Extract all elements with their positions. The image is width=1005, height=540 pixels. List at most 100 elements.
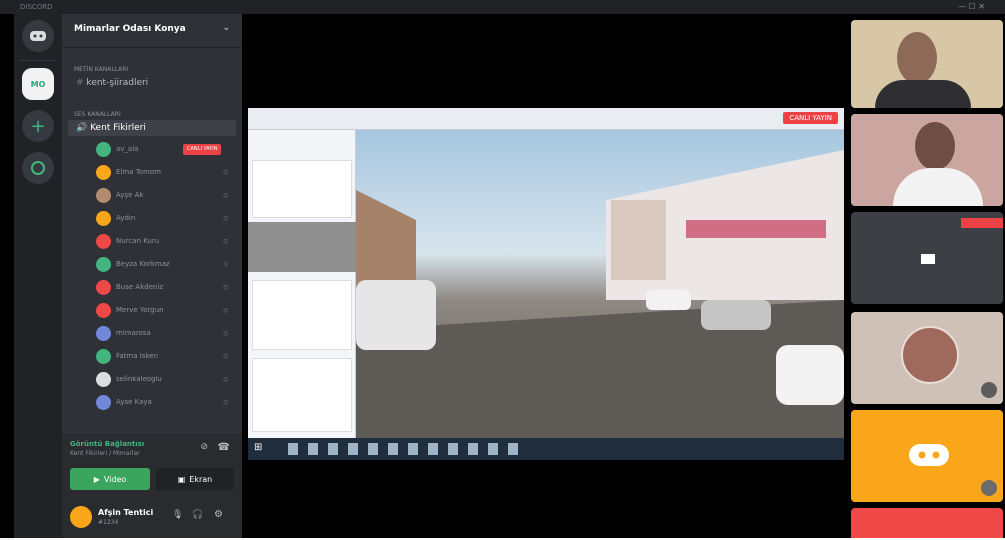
avatar bbox=[96, 372, 111, 387]
voice-user[interactable]: Ayse Kaya ⦸ bbox=[62, 391, 242, 414]
camera-icon: ▶ bbox=[93, 474, 100, 484]
avatar bbox=[901, 326, 959, 384]
muted-icon: ⦸ bbox=[223, 260, 228, 268]
headphones-icon[interactable]: 🎧 bbox=[192, 510, 203, 520]
taskbar: ⊞ bbox=[248, 438, 844, 460]
channel-voice[interactable]: 🔊 Kent Fikirleri bbox=[68, 120, 236, 136]
category-voice[interactable]: SES KANALLARI bbox=[62, 111, 242, 118]
voice-user-name: mimarosa bbox=[116, 329, 151, 337]
participant-tiles bbox=[846, 14, 1005, 538]
avatar bbox=[897, 32, 937, 84]
voice-channel-path: Kent Fikirleri / Mimarlar bbox=[70, 450, 140, 457]
category-text[interactable]: METİN KANALLARI bbox=[62, 66, 242, 73]
user-name: Afşin Tentici bbox=[98, 508, 154, 517]
microphone-icon[interactable]: 🎙 bbox=[172, 510, 183, 520]
muted-icon bbox=[981, 382, 997, 398]
avatar bbox=[96, 165, 111, 180]
title-bar: DISCORD — ☐ ✕ bbox=[0, 0, 1005, 14]
participant-tile-6[interactable] bbox=[851, 508, 1003, 538]
muted-icon: ⦸ bbox=[223, 283, 228, 291]
avatar bbox=[96, 142, 111, 157]
participant-tile-2[interactable] bbox=[851, 114, 1003, 206]
voice-user[interactable]: Fatma Isken ⦸ bbox=[62, 345, 242, 368]
discord-app: MO + Mimarlar Odası Konya ⌄ METİN KANALL… bbox=[0, 14, 1005, 538]
avatar bbox=[96, 303, 111, 318]
muted-icon: ⦸ bbox=[223, 306, 228, 314]
muted-icon: ⦸ bbox=[223, 168, 228, 176]
voice-user-name: Beyza Korkmaz bbox=[116, 260, 170, 268]
chevron-down-icon: ⌄ bbox=[222, 23, 230, 33]
server-name: Mimarlar Odası Konya bbox=[74, 24, 186, 34]
muted-icon: ⦸ bbox=[223, 375, 228, 383]
app-toolbar bbox=[248, 108, 844, 130]
voice-user-name: Ayse Kaya bbox=[116, 398, 152, 406]
user-panel: Afşin Tentici #1234 🎙 🎧 ⚙ bbox=[62, 498, 242, 538]
home-icon[interactable] bbox=[22, 20, 54, 52]
participant-tile-1[interactable] bbox=[851, 20, 1003, 108]
discord-logo-icon bbox=[909, 444, 949, 466]
live-badge: CANLI YAYIN bbox=[783, 112, 838, 124]
hashtag-icon: # bbox=[76, 78, 84, 88]
voice-user-name: Merve Yorgun bbox=[116, 306, 164, 314]
avatar bbox=[96, 280, 111, 295]
participant-tile-4[interactable] bbox=[851, 312, 1003, 404]
shared-screen[interactable]: CANLI YAYIN ⊞ bbox=[248, 108, 844, 460]
avatar bbox=[96, 349, 111, 364]
voice-user-name: Aydın bbox=[116, 214, 136, 222]
avatar[interactable] bbox=[70, 506, 92, 528]
avatar bbox=[96, 257, 111, 272]
screen-share-stage: CANLI YAYIN ⊞ bbox=[242, 14, 846, 538]
signal-icon[interactable]: ⊘ bbox=[200, 442, 208, 452]
voice-panel: Görüntü Bağlantısı Kent Fikirleri / Mima… bbox=[62, 434, 242, 538]
voice-user-name: Nurcan Kuru bbox=[116, 237, 160, 245]
muted-icon: ⦸ bbox=[223, 398, 228, 406]
gear-icon[interactable]: ⚙ bbox=[214, 509, 223, 520]
windows-start-icon[interactable]: ⊞ bbox=[254, 442, 262, 453]
muted-icon: ⦸ bbox=[223, 237, 228, 245]
screen-icon: ▣ bbox=[177, 474, 186, 484]
add-server-icon[interactable]: + bbox=[22, 110, 54, 142]
server-icon-mimarlar[interactable]: MO bbox=[22, 68, 54, 100]
speaker-icon: 🔊 bbox=[76, 123, 88, 133]
live-badge: CANLI YAYIN bbox=[183, 144, 222, 155]
avatar bbox=[96, 395, 111, 410]
voice-status: Görüntü Bağlantısı bbox=[70, 440, 145, 448]
voice-user[interactable]: Aydın ⦸ bbox=[62, 207, 242, 230]
voice-user-name: Buse Akdeniz bbox=[116, 283, 164, 291]
voice-user-list: av_ala CANLI YAYIN Elma Tomom ⦸ Ayşe Ak ⦸ Aydı… bbox=[62, 138, 242, 414]
voice-user[interactable]: av_ala CANLI YAYIN bbox=[62, 138, 242, 161]
voice-user-name: selinkaleoglu bbox=[116, 375, 162, 383]
disconnect-icon[interactable]: ☎ bbox=[218, 442, 230, 453]
avatar bbox=[96, 211, 111, 226]
channel-sidebar: Mimarlar Odası Konya ⌄ METİN KANALLARI #… bbox=[62, 14, 242, 538]
muted-icon: ⦸ bbox=[223, 214, 228, 222]
channel-text[interactable]: # kent-şiiradleri bbox=[68, 75, 236, 91]
video-button[interactable]: ▶ Video bbox=[70, 468, 150, 490]
voice-user[interactable]: Merve Yorgun ⦸ bbox=[62, 299, 242, 322]
voice-user[interactable]: selinkaleoglu ⦸ bbox=[62, 368, 242, 391]
voice-user[interactable]: Buse Akdeniz ⦸ bbox=[62, 276, 242, 299]
screen-share-button[interactable]: ▣ Ekran bbox=[156, 468, 234, 490]
voice-user[interactable]: Nurcan Kuru ⦸ bbox=[62, 230, 242, 253]
server-header[interactable]: Mimarlar Odası Konya ⌄ bbox=[62, 14, 242, 48]
explore-servers-icon[interactable] bbox=[22, 152, 54, 184]
avatar bbox=[96, 188, 111, 203]
voice-user-name: Fatma Isken bbox=[116, 352, 159, 360]
participant-tile-3[interactable] bbox=[851, 212, 1003, 304]
window-controls[interactable]: — ☐ ✕ bbox=[958, 0, 985, 14]
participant-tile-5[interactable] bbox=[851, 410, 1003, 502]
avatar bbox=[96, 326, 111, 341]
muted-icon bbox=[981, 480, 997, 496]
voice-user[interactable]: Elma Tomom ⦸ bbox=[62, 161, 242, 184]
voice-user-name: Elma Tomom bbox=[116, 168, 161, 176]
voice-user[interactable]: Beyza Korkmaz ⦸ bbox=[62, 253, 242, 276]
side-panel bbox=[248, 130, 356, 438]
street-view[interactable] bbox=[356, 130, 844, 438]
voice-user[interactable]: mimarosa ⦸ bbox=[62, 322, 242, 345]
voice-user[interactable]: Ayşe Ak ⦸ bbox=[62, 184, 242, 207]
user-tag: #1234 bbox=[98, 519, 119, 526]
voice-user-name: Ayşe Ak bbox=[116, 191, 144, 199]
avatar bbox=[96, 234, 111, 249]
muted-icon: ⦸ bbox=[223, 191, 228, 199]
app-title: DISCORD bbox=[20, 3, 53, 11]
